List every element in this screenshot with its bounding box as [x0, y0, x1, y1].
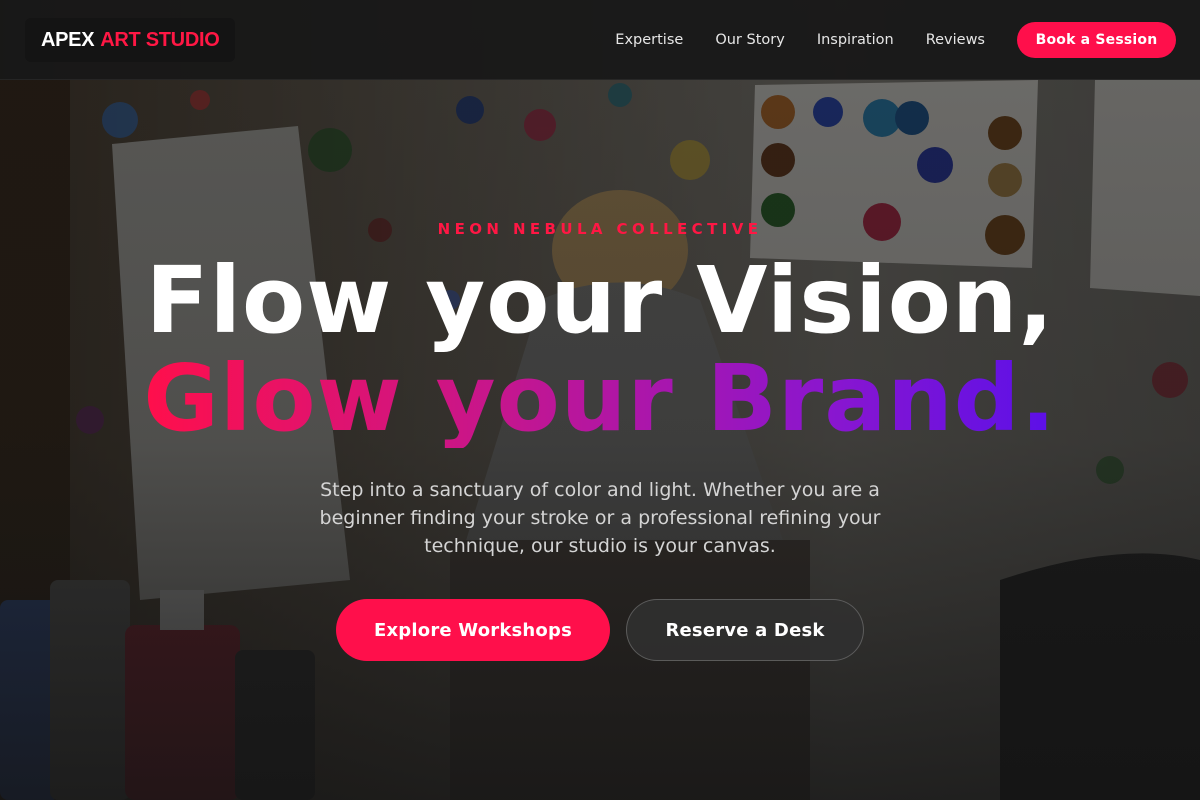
nav-link-our-story[interactable]: Our Story — [715, 32, 784, 48]
hero-eyebrow: NEON NEBULA COLLECTIVE — [437, 220, 763, 238]
logo-text-apex: APEX — [41, 28, 95, 51]
logo-text-art-studio: ART STUDIO — [100, 28, 220, 51]
headline-line-1: Flow your Vision, — [145, 247, 1055, 354]
nav-links: Expertise Our Story Inspiration Reviews — [615, 0, 985, 80]
hero-subtitle: Step into a sanctuary of color and light… — [319, 479, 881, 557]
nav-link-inspiration[interactable]: Inspiration — [817, 32, 894, 48]
reserve-desk-button[interactable]: Reserve a Desk — [626, 599, 864, 661]
nav-link-reviews[interactable]: Reviews — [926, 32, 985, 48]
explore-workshops-button[interactable]: Explore Workshops — [336, 599, 610, 661]
hero-headline: Flow your Vision, Glow your Brand. — [0, 252, 1200, 448]
nav-link-expertise[interactable]: Expertise — [615, 32, 683, 48]
brand-logo[interactable]: APEX ART STUDIO — [25, 18, 236, 62]
headline-line-2-gradient: Glow your Brand. — [143, 345, 1057, 452]
book-session-button[interactable]: Book a Session — [1017, 22, 1176, 58]
top-navbar: APEX ART STUDIO Expertise Our Story Insp… — [0, 0, 1200, 80]
